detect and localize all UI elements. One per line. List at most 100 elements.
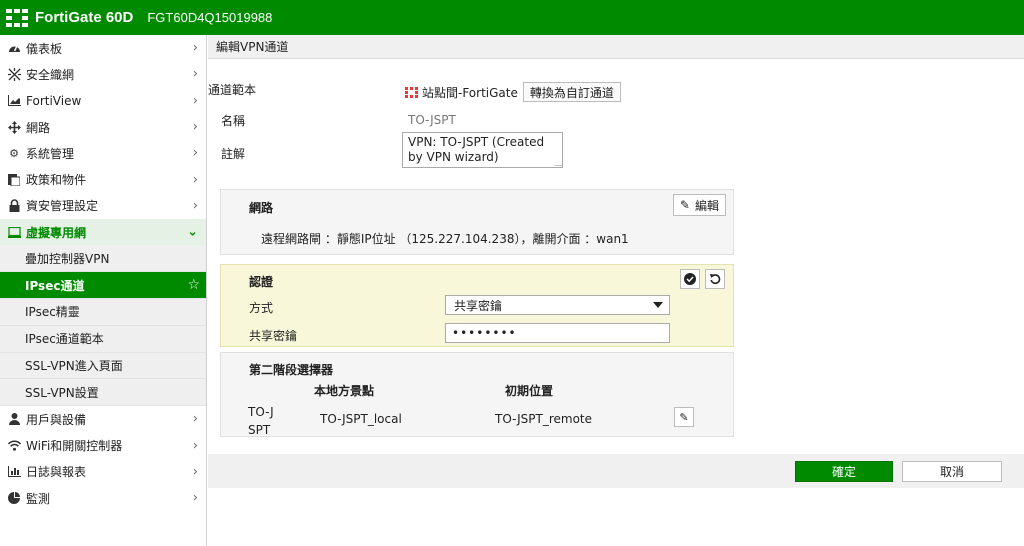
- sidebar-subitem-label: IPsec精靈: [25, 305, 80, 320]
- chevron-right-icon: ›: [192, 464, 198, 480]
- ok-button[interactable]: 確定: [795, 461, 893, 482]
- security-fabric-icon: [7, 67, 21, 81]
- comment-textarea[interactable]: VPN: TO-JSPT (Created by VPN wizard): [402, 132, 563, 168]
- top-bar: FortiGate 60D FGT60D4Q15019988: [0, 0, 1024, 35]
- gear-icon: ⚙: [9, 146, 19, 160]
- sidebar-item-label: 用戶與設備: [26, 412, 87, 427]
- authentication-section: 認證 方式 共享密鑰 共享密鑰 ••••••••: [220, 264, 734, 347]
- dashboard-icon: [7, 41, 21, 55]
- chevron-right-icon: ›: [192, 145, 198, 161]
- sidebar-subitem-label: SSL-VPN設置: [25, 385, 99, 400]
- phase2-section-title: 第二階段選擇器: [249, 363, 334, 377]
- sidebar-subitem-overlay-vpn[interactable]: 疊加控制器VPN: [0, 245, 206, 273]
- auth-section-title: 認證: [249, 275, 274, 289]
- sidebar-item-label: 安全織網: [26, 67, 75, 82]
- wifi-icon: [7, 439, 21, 453]
- sidebar-item-vpn[interactable]: 虛擬專用網 ⌄: [0, 219, 206, 246]
- fortinet-logo-icon: [6, 8, 28, 27]
- sidebar-item-security-profiles[interactable]: 資安管理設定 ›: [0, 193, 206, 219]
- sidebar-subitem-ipsec-wizard[interactable]: IPsec精靈: [0, 298, 206, 326]
- chevron-right-icon: ›: [192, 411, 198, 427]
- confirm-check-button[interactable]: [680, 269, 700, 289]
- device-model: FortiGate 60D: [35, 9, 134, 26]
- sidebar-item-wifi-switch[interactable]: WiFi和開關控制器 ›: [0, 432, 206, 458]
- remote-gateway-info: 遠程網路閘 ：靜態IP位址 （125.227.104.238），離開介面 ：wa…: [261, 232, 629, 246]
- page-title: 編輯VPN通道: [208, 35, 1024, 59]
- sidebar-nav: 儀表板 › 安全織網 › FortiView › 網路 › ⚙ 系統管理 › 政…: [0, 35, 207, 546]
- edit-label: 編輯: [694, 198, 719, 213]
- selector-name: TO-JSPT: [248, 405, 274, 437]
- sidebar-item-label: 日誌與報表: [26, 465, 87, 480]
- pencil-icon: ✎: [679, 198, 690, 212]
- psk-label: 共享密鑰: [249, 329, 298, 343]
- network-edit-button[interactable]: ✎ 編輯: [672, 194, 726, 216]
- sidebar-item-label: 系統管理: [26, 146, 75, 161]
- chevron-right-icon: ›: [192, 40, 198, 56]
- sidebar-item-network[interactable]: 網路 ›: [0, 114, 206, 140]
- sidebar-item-system[interactable]: ⚙ 系統管理 ›: [0, 140, 206, 166]
- sidebar-item-log-report[interactable]: 日誌與報表 ›: [0, 459, 206, 485]
- chevron-right-icon: ›: [192, 93, 198, 109]
- chevron-right-icon: ›: [192, 198, 198, 214]
- column-header-remote: 初期位置: [505, 384, 554, 398]
- fortinet-logo: FortiGate 60D: [6, 8, 134, 27]
- psk-password-input[interactable]: ••••••••: [445, 323, 670, 343]
- favorite-star-icon[interactable]: ☆: [187, 277, 200, 293]
- sidebar-item-policy-objects[interactable]: 政策和物件 ›: [0, 166, 206, 192]
- sidebar-subitem-label: 疊加控制器VPN: [25, 251, 110, 266]
- method-label: 方式: [249, 301, 274, 315]
- pencil-icon: ✎: [679, 410, 689, 424]
- sidebar-subitem-ipsec-tunnels[interactable]: IPsec通道 ☆: [0, 272, 206, 299]
- sidebar-subitem-label: IPsec通道範本: [25, 332, 104, 347]
- sidebar-item-label: 政策和物件: [26, 173, 87, 188]
- cancel-button[interactable]: 取消: [902, 461, 1002, 482]
- sidebar-item-security-fabric[interactable]: 安全織網 ›: [0, 61, 206, 87]
- name-label: 名稱: [221, 114, 246, 128]
- pie-chart-icon: [7, 491, 21, 505]
- site-to-site-icon: [405, 86, 418, 98]
- revert-button[interactable]: [705, 269, 725, 289]
- sidebar-item-label: 監測: [26, 491, 51, 506]
- network-section-title: 網路: [249, 201, 274, 215]
- selector-remote: TO-JSPT_remote: [495, 412, 593, 426]
- column-header-local: 本地方景點: [314, 384, 375, 398]
- sidebar-subitem-label: SSL-VPN進入頁面: [25, 358, 123, 373]
- chevron-down-icon: ⌄: [187, 224, 198, 240]
- sidebar-item-label: 儀表板: [26, 41, 63, 56]
- policy-icon: [7, 173, 21, 187]
- network-icon: [7, 120, 21, 134]
- selector-edit-button[interactable]: ✎: [674, 407, 694, 427]
- chevron-right-icon: ›: [192, 66, 198, 82]
- sidebar-item-label: 網路: [26, 120, 51, 135]
- check-circle-icon: [684, 273, 696, 285]
- sidebar-item-label: FortiView: [26, 93, 82, 108]
- sidebar-item-dashboard[interactable]: 儀表板 ›: [0, 35, 206, 61]
- chevron-right-icon: ›: [192, 119, 198, 135]
- sidebar-item-label: WiFi和開關控制器: [26, 439, 123, 454]
- sidebar-subitem-ipsec-templates[interactable]: IPsec通道範本: [0, 325, 206, 353]
- sidebar-item-monitor[interactable]: 監測 ›: [0, 485, 206, 511]
- device-serial: FGT60D4Q15019988: [147, 10, 273, 25]
- sidebar-item-fortiview[interactable]: FortiView ›: [0, 88, 206, 114]
- convert-to-custom-button[interactable]: 轉換為自訂通道: [522, 82, 621, 102]
- sidebar-item-user-device[interactable]: 用戶與設備 ›: [0, 406, 206, 432]
- method-select[interactable]: 共享密鑰: [445, 295, 670, 315]
- fortiview-chart-icon: [7, 94, 21, 108]
- sidebar-item-label: 虛擬專用網: [26, 225, 87, 240]
- bar-chart-icon: [7, 465, 21, 479]
- main-panel: 編輯VPN通道 通道範本 站點間-FortiGate 轉換為自訂通道 名稱 TO…: [208, 35, 1024, 546]
- phase2-section: 第二階段選擇器 本地方景點 初期位置 TO-JSPT TO-JSPT_local…: [220, 352, 734, 437]
- user-icon: [7, 412, 21, 426]
- tunnel-name-value: TO-JSPT: [408, 113, 456, 127]
- sidebar-subitem-ssl-vpn-portals[interactable]: SSL-VPN進入頁面: [0, 352, 206, 380]
- selector-local: TO-JSPT_local: [320, 412, 402, 426]
- chevron-right-icon: ›: [192, 490, 198, 506]
- comment-label: 註解: [221, 147, 246, 161]
- chevron-right-icon: ›: [192, 172, 198, 188]
- dropdown-caret-icon: [653, 302, 663, 308]
- resize-grip-icon[interactable]: [554, 159, 562, 166]
- template-value: 站點間-FortiGate 轉換為自訂通道: [405, 82, 621, 102]
- vpn-monitor-icon: [7, 225, 21, 239]
- sidebar-subitem-ssl-vpn-settings[interactable]: SSL-VPN設置: [0, 379, 206, 407]
- sidebar-subitem-label: IPsec通道: [25, 278, 85, 293]
